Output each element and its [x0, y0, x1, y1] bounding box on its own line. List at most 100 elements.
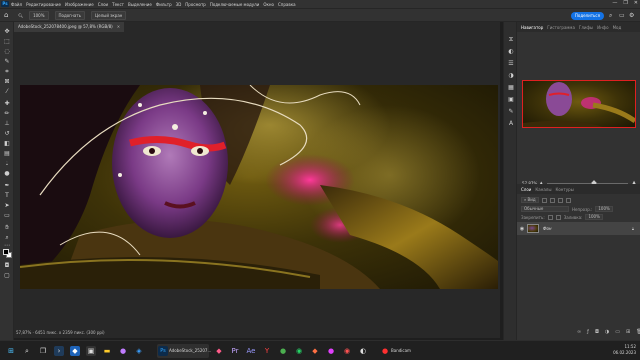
whatsapp-app-icon[interactable]: ◉: [294, 346, 304, 356]
tab-histogram[interactable]: Гистограмма: [547, 25, 575, 30]
zoom-percent-button[interactable]: 100%: [29, 10, 49, 20]
gear-icon[interactable]: ⚙: [629, 12, 636, 19]
blend-mode-select[interactable]: Обычные: [521, 206, 569, 212]
screen-mode-icon[interactable]: ▢: [3, 272, 11, 280]
task-view-icon[interactable]: ❐: [38, 346, 48, 356]
search-icon[interactable]: ⌕: [609, 12, 616, 19]
app-icon-red[interactable]: ◉: [342, 346, 352, 356]
app-icon-green[interactable]: ●: [278, 346, 288, 356]
fit-screen-button[interactable]: Подогнать: [54, 10, 86, 20]
filter-adjust-icon[interactable]: [549, 197, 555, 203]
document-tab[interactable]: AdobeStock_252078400.jpeg @ 57,8% (RGB/8…: [14, 22, 125, 32]
close-tab-icon[interactable]: ✕: [117, 24, 120, 29]
app-icon-gray[interactable]: ◐: [358, 346, 368, 356]
menu-view[interactable]: Просмотр: [185, 2, 206, 7]
adjustments-icon[interactable]: ◑: [507, 72, 515, 80]
app-icon-magenta[interactable]: ●: [326, 346, 336, 356]
marquee-tool-icon[interactable]: ⬚: [3, 38, 11, 46]
search-taskbar-icon[interactable]: ⌕: [22, 346, 32, 356]
explorer-app-icon[interactable]: ▬: [102, 346, 112, 356]
menu-file[interactable]: Файл: [11, 2, 22, 7]
layer-filter-select[interactable]: ⌕ Вид: [521, 197, 539, 203]
brushes-icon[interactable]: ✎: [507, 108, 515, 116]
new-layer-icon[interactable]: ⊞: [626, 329, 630, 335]
windows-start-icon[interactable]: ⊞: [6, 346, 16, 356]
app-icon-pink[interactable]: ◆: [214, 346, 224, 356]
tab-channels[interactable]: Каналы: [535, 187, 551, 192]
learn-icon[interactable]: ◐: [507, 48, 515, 56]
menu-edit[interactable]: Редактирование: [26, 2, 61, 7]
filter-pixel-icon[interactable]: [541, 197, 547, 203]
shape-tool-icon[interactable]: ▭: [3, 212, 11, 220]
layer-name[interactable]: Фон: [543, 226, 552, 231]
taskbar-recorder-item[interactable]: ● Bandicam: [380, 344, 416, 358]
eraser-tool-icon[interactable]: ◧: [3, 140, 11, 148]
menu-select[interactable]: Выделение: [128, 2, 152, 7]
menu-filter[interactable]: Фильтр: [156, 2, 172, 7]
system-tray-clock[interactable]: 11:52 06.02.2023: [613, 344, 636, 356]
menu-layer[interactable]: Слои: [98, 2, 108, 7]
filter-type-icon[interactable]: [557, 197, 563, 203]
stamp-tool-icon[interactable]: ⊥: [3, 120, 11, 128]
history-icon[interactable]: ⧖: [507, 36, 515, 44]
minimize-icon[interactable]: —: [612, 1, 617, 6]
eye-icon[interactable]: ◉: [517, 226, 527, 232]
menu-type[interactable]: Текст: [112, 2, 124, 7]
layer-row[interactable]: ◉ Фон 🔒︎: [517, 222, 640, 235]
brush-tool-icon[interactable]: ✏: [3, 110, 11, 118]
link-icon[interactable]: ∞: [577, 329, 581, 335]
tab-glyphs[interactable]: Глифы: [579, 25, 593, 30]
premiere-app-icon[interactable]: Pr: [230, 346, 240, 356]
adjustment-layer-icon[interactable]: ◑: [605, 329, 609, 335]
trash-icon[interactable]: 🗑︎: [636, 329, 640, 335]
lasso-tool-icon[interactable]: ◌: [3, 48, 11, 56]
eyedropper-tool-icon[interactable]: ⁄: [3, 88, 11, 96]
app-icon-blue[interactable]: ◈: [134, 346, 144, 356]
fx-icon[interactable]: ƒ: [587, 329, 589, 335]
canvas-area[interactable]: [14, 32, 500, 328]
blur-tool-icon[interactable]: 💧︎: [3, 160, 11, 168]
properties-icon[interactable]: ☰: [507, 60, 515, 68]
mask-icon[interactable]: ◘: [595, 329, 599, 335]
lock-pixels-icon[interactable]: [547, 214, 553, 220]
terminal-app-icon[interactable]: ›: [54, 346, 64, 356]
path-select-tool-icon[interactable]: ➤: [3, 202, 11, 210]
vscode-app-icon[interactable]: ◆: [70, 346, 80, 356]
home-icon[interactable]: ⌂: [4, 11, 12, 19]
healing-brush-icon[interactable]: ✚: [3, 100, 11, 108]
hand-tool-icon[interactable]: ✋︎: [3, 224, 11, 232]
workspace-icon[interactable]: ▭: [619, 12, 626, 19]
menu-image[interactable]: Изображение: [65, 2, 94, 7]
quick-mask-icon[interactable]: ◘: [3, 262, 11, 270]
tab-navigator[interactable]: Навигатор: [521, 25, 543, 30]
pen-tool-icon[interactable]: ✒: [3, 182, 11, 190]
menu-3d[interactable]: 3D: [176, 2, 182, 7]
menu-window[interactable]: Окно: [263, 2, 274, 7]
app-icon-dark[interactable]: ▣: [86, 346, 96, 356]
quick-select-tool-icon[interactable]: ✎: [3, 58, 11, 66]
opacity-field[interactable]: 100%: [595, 206, 613, 212]
filter-shape-icon[interactable]: [565, 197, 571, 203]
fill-screen-button[interactable]: Целый экран: [91, 10, 127, 20]
swatches-icon[interactable]: ▦: [507, 84, 515, 92]
tab-info[interactable]: Инфо: [597, 25, 608, 30]
tab-paths[interactable]: Контуры: [555, 187, 573, 192]
menu-plugins[interactable]: Подключаемые модули: [210, 2, 260, 7]
navigator-preview[interactable]: [522, 80, 636, 128]
lock-position-icon[interactable]: [555, 214, 561, 220]
app-icon-purple[interactable]: ●: [118, 346, 128, 356]
libraries-icon[interactable]: ▣: [507, 96, 515, 104]
frame-tool-icon[interactable]: ⊠: [3, 78, 11, 86]
tab-layers[interactable]: Слои: [521, 187, 531, 192]
character-icon[interactable]: A: [507, 120, 515, 128]
share-button[interactable]: Поделиться: [570, 12, 604, 20]
close-icon[interactable]: ✕: [634, 1, 638, 6]
maximize-icon[interactable]: ❐: [623, 1, 627, 6]
menu-help[interactable]: Справка: [278, 2, 296, 7]
zoom-tool-icon[interactable]: 🔍︎: [18, 13, 23, 18]
yandex-app-icon[interactable]: Y: [262, 346, 272, 356]
history-brush-icon[interactable]: ↺: [3, 130, 11, 138]
gradient-tool-icon[interactable]: ▤: [3, 150, 11, 158]
zoom-tool-icon[interactable]: ⌕: [3, 234, 11, 242]
taskbar-photoshop-item[interactable]: Ps AdobeStock_25207...: [157, 344, 211, 358]
